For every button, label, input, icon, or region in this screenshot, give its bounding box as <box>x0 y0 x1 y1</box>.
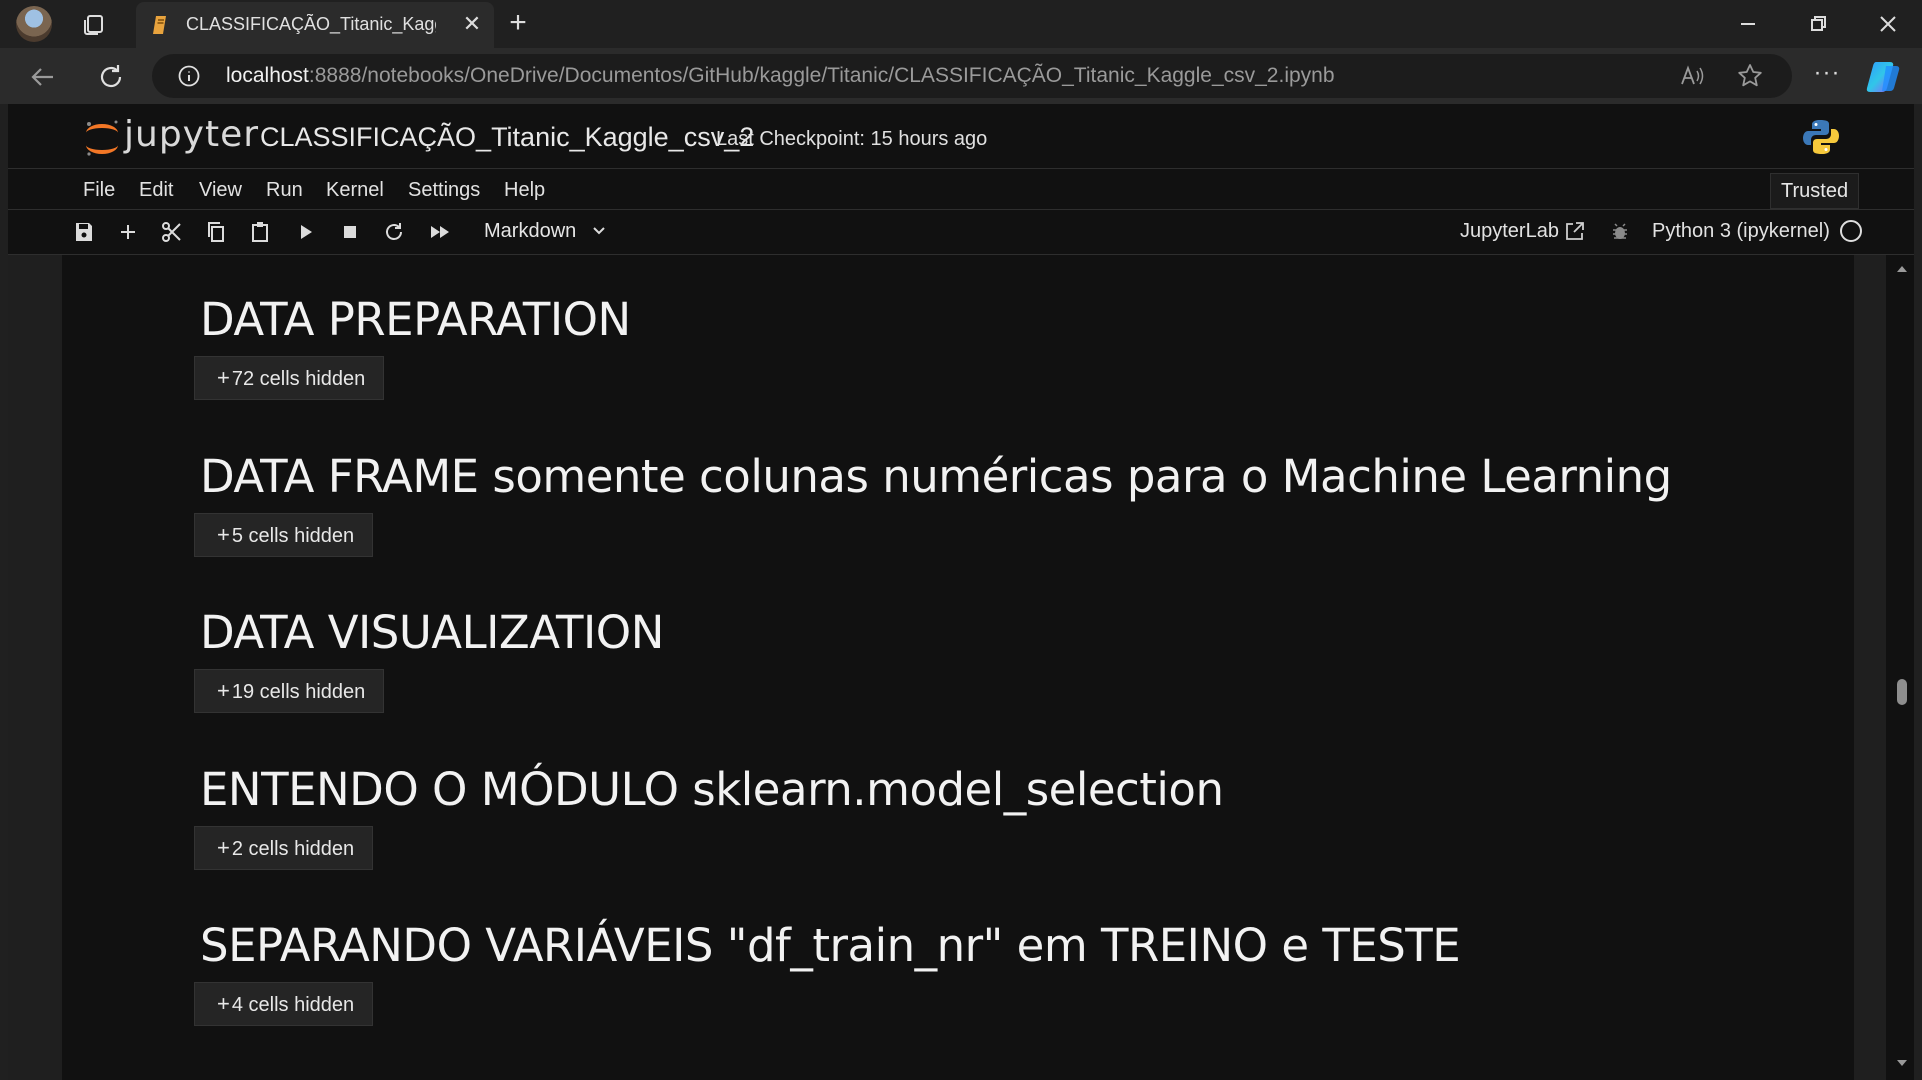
run-all-icon[interactable] <box>428 220 452 244</box>
section-heading[interactable]: DATA PREPARATION <box>200 293 631 346</box>
notebook-favicon-icon <box>153 16 166 34</box>
interrupt-kernel-icon[interactable] <box>338 220 362 244</box>
show-hidden-cells-button[interactable]: +2 cells hidden <box>194 826 374 870</box>
jupyter-logo-icon[interactable] <box>80 116 124 160</box>
run-cell-icon[interactable] <box>294 220 318 244</box>
tab-close-icon[interactable]: ✕ <box>458 10 486 38</box>
minimize-icon[interactable] <box>1728 8 1768 40</box>
cell-type-select[interactable]: Markdown <box>484 220 576 243</box>
last-checkpoint: Last Checkpoint: 15 hours ago <box>716 128 988 150</box>
site-info-icon[interactable] <box>178 65 200 87</box>
show-hidden-cells-button[interactable]: +4 cells hidden <box>194 982 374 1026</box>
address-bar[interactable]: localhost:8888/notebooks/OneDrive/Docume… <box>152 54 1792 98</box>
section-heading[interactable]: ENTENDO O MÓDULO sklearn.model_selection <box>200 763 1224 816</box>
back-icon[interactable] <box>26 60 60 94</box>
active-tab[interactable]: CLASSIFICAÇÃO_Titanic_Kaggle_ ✕ <box>136 2 494 48</box>
chevron-down-icon[interactable] <box>592 224 606 238</box>
copy-icon[interactable] <box>204 220 228 244</box>
section-heading[interactable]: DATA FRAME somente colunas numéricas par… <box>200 450 1672 503</box>
kernel-status-icon <box>1840 220 1862 242</box>
section-heading[interactable]: DATA VISUALIZATION <box>200 606 664 659</box>
restore-icon[interactable] <box>1798 8 1838 40</box>
workspaces-icon[interactable] <box>80 10 108 38</box>
more-options-icon[interactable]: ··· <box>1810 61 1844 90</box>
paste-icon[interactable] <box>248 220 272 244</box>
hidden-cells-label: 72 cells hidden <box>231 368 366 390</box>
plus-icon: + <box>217 835 230 860</box>
jupyter-header: jupyter CLASSIFICAÇÃO_Titanic_Kaggle_csv… <box>8 104 1914 169</box>
url-host: localhost <box>226 64 309 87</box>
scrollbar-thumb[interactable] <box>1897 679 1907 705</box>
plus-icon: + <box>217 365 230 390</box>
save-icon[interactable] <box>72 220 96 244</box>
plus-icon: + <box>217 678 230 703</box>
tab-title: CLASSIFICAÇÃO_Titanic_Kaggle_ <box>186 14 436 34</box>
python-logo-icon <box>1803 120 1839 154</box>
kernel-name[interactable]: Python 3 (ipykernel) <box>1652 220 1830 243</box>
jupyter-logo-text[interactable]: jupyter <box>124 114 259 155</box>
show-hidden-cells-button[interactable]: +19 cells hidden <box>194 669 385 713</box>
vertical-scrollbar[interactable] <box>1890 255 1914 1080</box>
cut-icon[interactable] <box>160 220 184 244</box>
menu-help[interactable]: Help <box>504 179 545 202</box>
scroll-up-icon[interactable] <box>1894 261 1910 277</box>
notebook-cells[interactable]: DATA PREPARATION +72 cells hidden DATA F… <box>62 255 1854 1080</box>
show-hidden-cells-button[interactable]: +72 cells hidden <box>194 356 385 400</box>
menu-bar: File Edit View Run Kernel Settings Help … <box>8 169 1914 210</box>
jupyter-notebook-app: jupyter CLASSIFICAÇÃO_Titanic_Kaggle_csv… <box>8 104 1914 1080</box>
trusted-indicator[interactable]: Trusted <box>1770 173 1860 209</box>
menu-edit[interactable]: Edit <box>139 179 173 202</box>
hidden-cells-label: 2 cells hidden <box>231 838 355 860</box>
close-window-icon[interactable] <box>1868 8 1908 40</box>
notebook-toolbar: Markdown JupyterLab Python 3 (ipykernel) <box>8 210 1914 255</box>
menu-file[interactable]: File <box>83 179 115 202</box>
open-jupyterlab-link[interactable]: JupyterLab <box>1460 220 1559 243</box>
url-text[interactable]: localhost:8888/notebooks/OneDrive/Docume… <box>226 64 1335 88</box>
debugger-bug-icon[interactable] <box>1610 222 1630 242</box>
menu-run[interactable]: Run <box>266 179 303 202</box>
add-cell-icon[interactable] <box>116 220 140 244</box>
plus-icon: + <box>217 522 230 547</box>
notebook-name[interactable]: CLASSIFICAÇÃO_Titanic_Kaggle_csv_2 <box>260 122 754 153</box>
hidden-cells-label: 19 cells hidden <box>231 681 366 703</box>
notebook-area: DATA PREPARATION +72 cells hidden DATA F… <box>8 255 1914 1080</box>
menu-kernel[interactable]: Kernel <box>326 179 384 202</box>
favorite-star-icon[interactable] <box>1736 62 1764 90</box>
profile-avatar[interactable] <box>16 6 52 42</box>
hidden-cells-label: 4 cells hidden <box>231 994 355 1016</box>
reload-icon[interactable] <box>94 60 128 94</box>
menu-settings[interactable]: Settings <box>408 179 480 202</box>
new-tab-icon[interactable]: + <box>502 8 534 40</box>
browser-navbar: localhost:8888/notebooks/OneDrive/Docume… <box>0 48 1922 104</box>
browser-tab-strip: CLASSIFICAÇÃO_Titanic_Kaggle_ ✕ + <box>0 0 1922 48</box>
plus-icon: + <box>217 991 230 1016</box>
copilot-icon[interactable] <box>1866 60 1902 94</box>
hidden-cells-label: 5 cells hidden <box>231 525 355 547</box>
menu-view[interactable]: View <box>199 179 242 202</box>
external-link-icon[interactable] <box>1564 220 1586 242</box>
scroll-down-icon[interactable] <box>1894 1055 1910 1071</box>
restart-kernel-icon[interactable] <box>382 220 406 244</box>
url-path: :8888/notebooks/OneDrive/Documentos/GitH… <box>308 64 1335 87</box>
show-hidden-cells-button[interactable]: +5 cells hidden <box>194 513 374 557</box>
left-gutter <box>8 255 62 1080</box>
section-heading[interactable]: SEPARANDO VARIÁVEIS "df_train_nr" em TRE… <box>200 919 1461 972</box>
read-aloud-icon[interactable] <box>1678 62 1706 90</box>
right-gutter <box>1854 255 1886 1080</box>
